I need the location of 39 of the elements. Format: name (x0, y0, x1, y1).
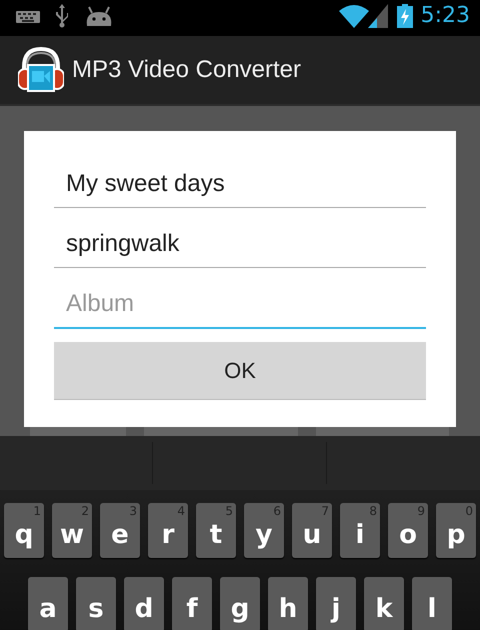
keyboard-key[interactable]: t 5 (196, 503, 236, 558)
battery-icon (397, 4, 413, 28)
keyboard-key[interactable]: o 9 (388, 503, 428, 558)
key-hint: 9 (417, 504, 425, 518)
keyboard-key[interactable]: y 6 (244, 503, 284, 558)
keyboard-key[interactable]: f (172, 577, 212, 630)
keyboard-key[interactable]: k (364, 577, 404, 630)
keyboard-key[interactable]: l (412, 577, 452, 630)
key-hint: 8 (369, 504, 377, 518)
keyboard-key[interactable]: s (76, 577, 116, 630)
keyboard-key[interactable]: e 3 (100, 503, 140, 558)
key-hint: 3 (129, 504, 137, 518)
keyboard-key[interactable]: p 0 (436, 503, 476, 558)
usb-icon (55, 4, 69, 28)
keyboard-key[interactable]: q 1 (4, 503, 44, 558)
keyboard-key[interactable]: i 8 (340, 503, 380, 558)
key-hint: 2 (81, 504, 89, 518)
key-hint: 6 (273, 504, 281, 518)
key-hint: 7 (321, 504, 329, 518)
key-hint: 5 (225, 504, 233, 518)
headphones-icon (18, 47, 64, 93)
keyboard-key[interactable]: h (268, 577, 308, 630)
keyboard-key[interactable]: a (28, 577, 68, 630)
key-hint: 4 (177, 504, 185, 518)
app-title: MP3 Video Converter (72, 56, 302, 84)
signal-icon (368, 4, 388, 28)
keyboard-key[interactable]: r 4 (148, 503, 188, 558)
keyboard-key[interactable]: u 7 (292, 503, 332, 558)
keyboard-key[interactable]: g (220, 577, 260, 630)
clock-time: 5:23 (420, 3, 470, 28)
keyboard-key[interactable]: j (316, 577, 356, 630)
ok-button[interactable]: OK (54, 342, 426, 400)
key-hint: 0 (465, 504, 473, 518)
keyboard-icon (16, 11, 40, 23)
android-icon (85, 6, 113, 26)
key-hint: 1 (33, 504, 41, 518)
keyboard-key[interactable]: d (124, 577, 164, 630)
keyboard-key[interactable]: w 2 (52, 503, 92, 558)
wifi-icon (339, 4, 369, 28)
